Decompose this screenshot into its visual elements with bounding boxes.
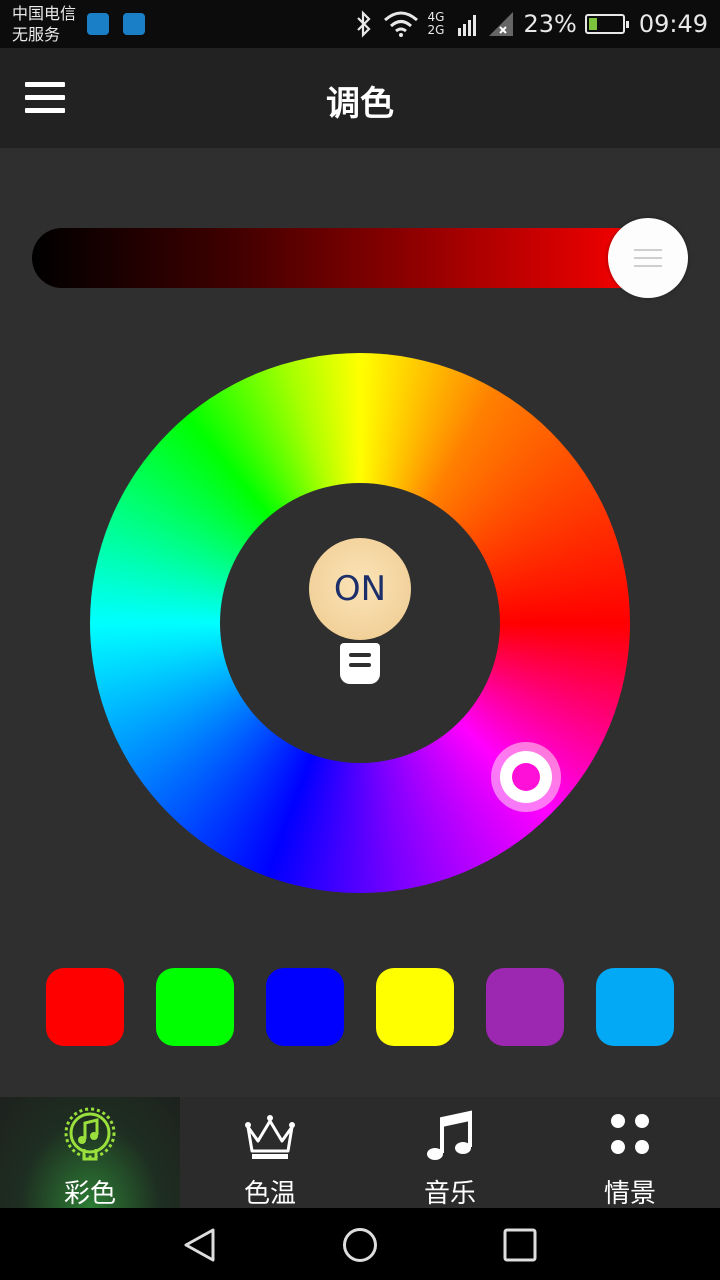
recents-icon[interactable] xyxy=(501,1226,539,1264)
four-dots-icon xyxy=(611,1114,649,1154)
swatch-purple[interactable] xyxy=(486,968,564,1046)
carrier-name: 中国电信 xyxy=(12,4,77,23)
swatch-green[interactable] xyxy=(156,968,234,1046)
tab-music[interactable]: 音乐 xyxy=(360,1097,540,1209)
swatch-sky-blue[interactable] xyxy=(596,968,674,1046)
brightness-slider-thumb[interactable] xyxy=(608,218,688,298)
app-bar: 调色 xyxy=(0,48,720,148)
tab-color[interactable]: 彩色 xyxy=(0,1097,180,1209)
tab-label: 色温 xyxy=(243,1179,296,1209)
back-icon[interactable] xyxy=(181,1226,219,1264)
music-note-icon xyxy=(427,1110,472,1160)
music-note-face-icon xyxy=(64,1107,116,1161)
battery-percent: 23% xyxy=(523,10,577,38)
home-icon[interactable] xyxy=(341,1226,379,1264)
color-picker-handle[interactable] xyxy=(491,742,561,812)
tab-color-temperature[interactable]: 色温 xyxy=(180,1097,360,1209)
bottom-tab-bar: 彩色 色温 音乐 情景 xyxy=(0,1097,720,1209)
system-nav-bar xyxy=(0,1208,720,1280)
tab-label: 情景 xyxy=(603,1179,656,1209)
power-label: ON xyxy=(333,569,387,609)
service-status: 无服务 xyxy=(12,25,61,44)
wifi-icon xyxy=(384,11,419,37)
swatch-blue[interactable] xyxy=(266,968,344,1046)
notification-app-icon xyxy=(87,13,109,35)
bulb-base-icon xyxy=(340,643,380,684)
clock: 09:49 xyxy=(638,10,708,38)
selected-color-indicator xyxy=(512,763,540,791)
status-bar: 中国电信 无服务 4G 2G 23% 09:49 xyxy=(0,0,720,48)
swatch-red[interactable] xyxy=(46,968,124,1046)
network-type: 4G 2G xyxy=(427,10,445,37)
page-title: 调色 xyxy=(326,84,394,124)
preset-colors xyxy=(46,968,674,1046)
tab-scene[interactable]: 情景 xyxy=(540,1097,720,1209)
bluetooth-icon xyxy=(357,10,372,38)
status-icons: 4G 2G 23% 09:49 xyxy=(353,0,708,48)
brightness-slider[interactable] xyxy=(32,228,652,288)
crown-icon xyxy=(245,1115,295,1159)
tab-label: 音乐 xyxy=(423,1179,476,1209)
signal-icon xyxy=(458,15,477,36)
usb-icon xyxy=(123,13,145,35)
no-signal-icon xyxy=(489,12,514,36)
power-toggle-button[interactable]: ON xyxy=(309,538,411,640)
carrier-info: 中国电信 无服务 xyxy=(12,3,76,45)
swatch-yellow[interactable] xyxy=(376,968,454,1046)
battery-icon xyxy=(584,14,629,34)
tab-label: 彩色 xyxy=(63,1179,116,1209)
